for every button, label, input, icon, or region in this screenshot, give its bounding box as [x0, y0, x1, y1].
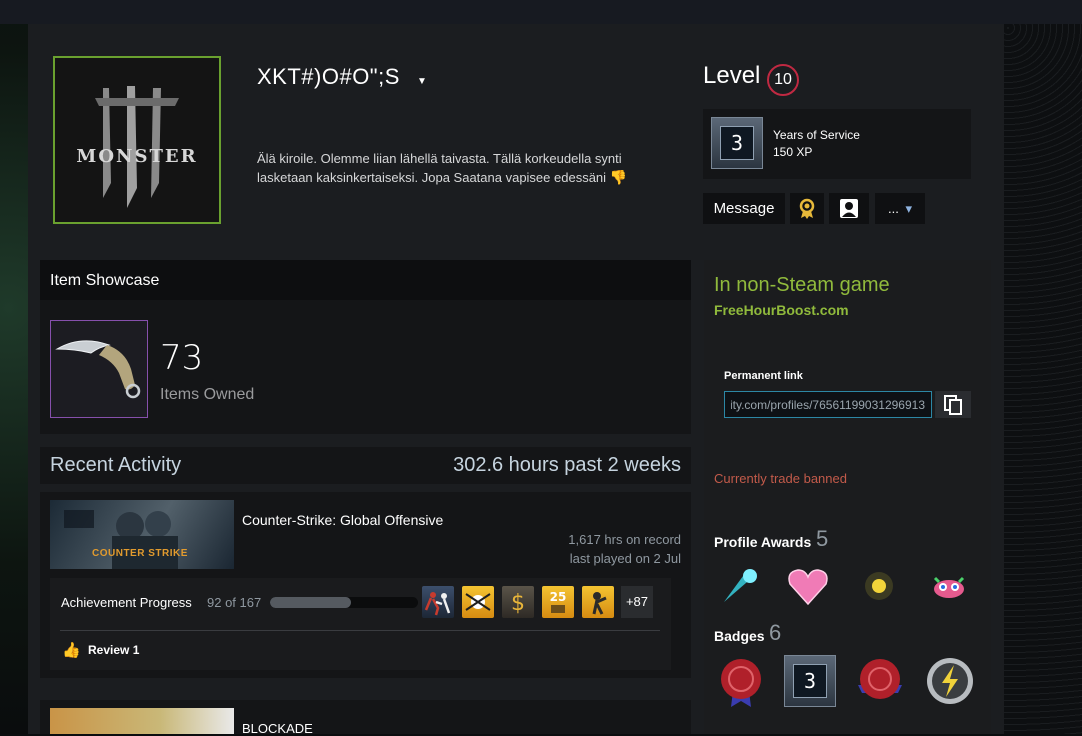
achievement-icon-burst[interactable] [462, 586, 494, 618]
achievement-count: 92 of 167 [207, 595, 262, 610]
permanent-link-input[interactable] [724, 391, 932, 418]
avatar-text: MONSTER [76, 146, 198, 167]
svg-text:25: 25 [550, 590, 567, 604]
badge-title: Years of Service [773, 128, 860, 142]
profile-awards-label[interactable]: Profile Awards [714, 534, 811, 550]
item-showcase-header: Item Showcase [40, 260, 691, 300]
copy-link-button[interactable] [935, 391, 971, 418]
soldier-icon [592, 592, 607, 615]
avatar[interactable]: MONSTER [53, 56, 221, 224]
achievement-icon-money[interactable]: $ [502, 586, 534, 618]
award-button[interactable] [790, 193, 824, 224]
years-of-service-icon: 3 [711, 117, 763, 169]
profile-name[interactable]: XKT#)O#O";S [257, 64, 400, 90]
featured-badge[interactable]: 3 Years of Service 150 XP [703, 109, 971, 179]
summary-text: Älä kiroile. Olemme liian lähellä taivas… [257, 151, 622, 185]
game-title[interactable]: Counter-Strike: Global Offensive [242, 512, 443, 528]
wax-seal-icon [858, 659, 902, 699]
showcase-item[interactable] [50, 320, 148, 418]
fighters-icon [424, 592, 451, 616]
badge-years-of-service[interactable]: 3 [784, 655, 836, 707]
years-of-service-badge-number: 3 [793, 664, 827, 698]
badge-xp: 150 XP [773, 145, 813, 159]
add-friend-button[interactable] [829, 193, 869, 224]
game-activity-card: COUNTER STRIKE Counter-Strike: Global Of… [40, 492, 691, 678]
game-activity-card-2: BLOCKADE [40, 700, 691, 736]
achievement-icon-25[interactable]: 25 [542, 586, 574, 618]
achievement-icon-fighting[interactable] [422, 586, 454, 618]
copy-icon [944, 394, 962, 415]
comet-icon [724, 569, 757, 602]
background-right [1004, 24, 1082, 734]
item-showcase [40, 300, 691, 434]
review-link[interactable]: Review 1 [88, 643, 139, 657]
level-label: Level [703, 62, 761, 89]
items-owned-count: 73 [160, 338, 204, 378]
award-heart[interactable] [786, 564, 830, 608]
achievement-progress-bar [270, 597, 418, 608]
more-label: ... [888, 201, 899, 216]
karambit-knife-icon [55, 340, 141, 399]
achievement-progress-label[interactable]: Achievement Progress [61, 595, 192, 610]
chevron-down-icon: ▾ [905, 201, 912, 216]
award-creature[interactable] [927, 564, 971, 608]
heart-icon [788, 569, 828, 606]
game-capsule[interactable]: COUNTER STRIKE [50, 500, 234, 569]
achievements-more[interactable]: +87 [621, 586, 653, 618]
game-hours-on-record: 1,617 hrs on record [568, 532, 681, 547]
message-button[interactable]: Message [703, 193, 785, 224]
lightning-icon [927, 658, 973, 704]
achievement-progress-fill [270, 597, 352, 608]
sun-orb-icon [865, 572, 893, 600]
award-medal-icon [799, 198, 815, 219]
number-25-icon: 25 [550, 590, 567, 613]
award-sun[interactable] [857, 564, 901, 608]
permanent-link-label: Permanent link [724, 370, 803, 382]
badges-label[interactable]: Badges [714, 628, 765, 644]
background-left [0, 24, 28, 734]
award-comet[interactable] [718, 564, 762, 608]
achievement-panel: Achievement Progress 92 of 167 $ 25 +87 … [50, 578, 671, 670]
profile-summary: Älä kiroile. Olemme liian lähellä taivas… [257, 149, 677, 187]
badges-count[interactable]: 6 [769, 620, 781, 646]
game-last-played: last played on 2 Jul [569, 551, 681, 566]
burst-icon [465, 593, 491, 611]
level-badge[interactable]: 10 [767, 64, 799, 96]
current-game: FreeHourBoost.com [714, 302, 849, 318]
wax-seal-icon [721, 659, 761, 707]
avatar-claw-icon [55, 58, 219, 222]
game-capsule-logo: COUNTER STRIKE [92, 548, 188, 559]
items-owned-label: Items Owned [160, 386, 255, 403]
badge-lightning[interactable] [924, 655, 976, 707]
achievement-icon-soldier[interactable] [582, 586, 614, 618]
item-showcase-title: Item Showcase [50, 272, 160, 289]
creature-icon [933, 576, 965, 598]
thumbs-down-icon: 👎 [609, 169, 628, 185]
game-capsule-2[interactable] [50, 708, 234, 734]
profile-awards-count[interactable]: 5 [816, 526, 828, 552]
more-actions-button[interactable]: ... ▾ [875, 193, 925, 224]
years-of-service-number: 3 [720, 126, 754, 160]
recent-activity-header: Recent Activity 302.6 hours past 2 weeks [40, 447, 691, 484]
top-bar [0, 0, 1082, 24]
achievement-divider [60, 630, 660, 631]
svg-text:$: $ [511, 591, 525, 616]
thumbs-up-icon: 👍 [62, 642, 81, 659]
user-icon [840, 199, 858, 218]
badge-red-seal-2[interactable] [854, 655, 906, 707]
badge-red-seal[interactable] [715, 655, 767, 707]
trade-ban-status: Currently trade banned [714, 471, 847, 486]
recent-activity-hours: 302.6 hours past 2 weeks [453, 454, 681, 476]
online-status: In non-Steam game [714, 274, 890, 296]
name-dropdown-icon[interactable]: ▼ [417, 76, 427, 87]
recent-activity-title: Recent Activity [50, 454, 182, 476]
dollar-icon: $ [511, 591, 525, 616]
